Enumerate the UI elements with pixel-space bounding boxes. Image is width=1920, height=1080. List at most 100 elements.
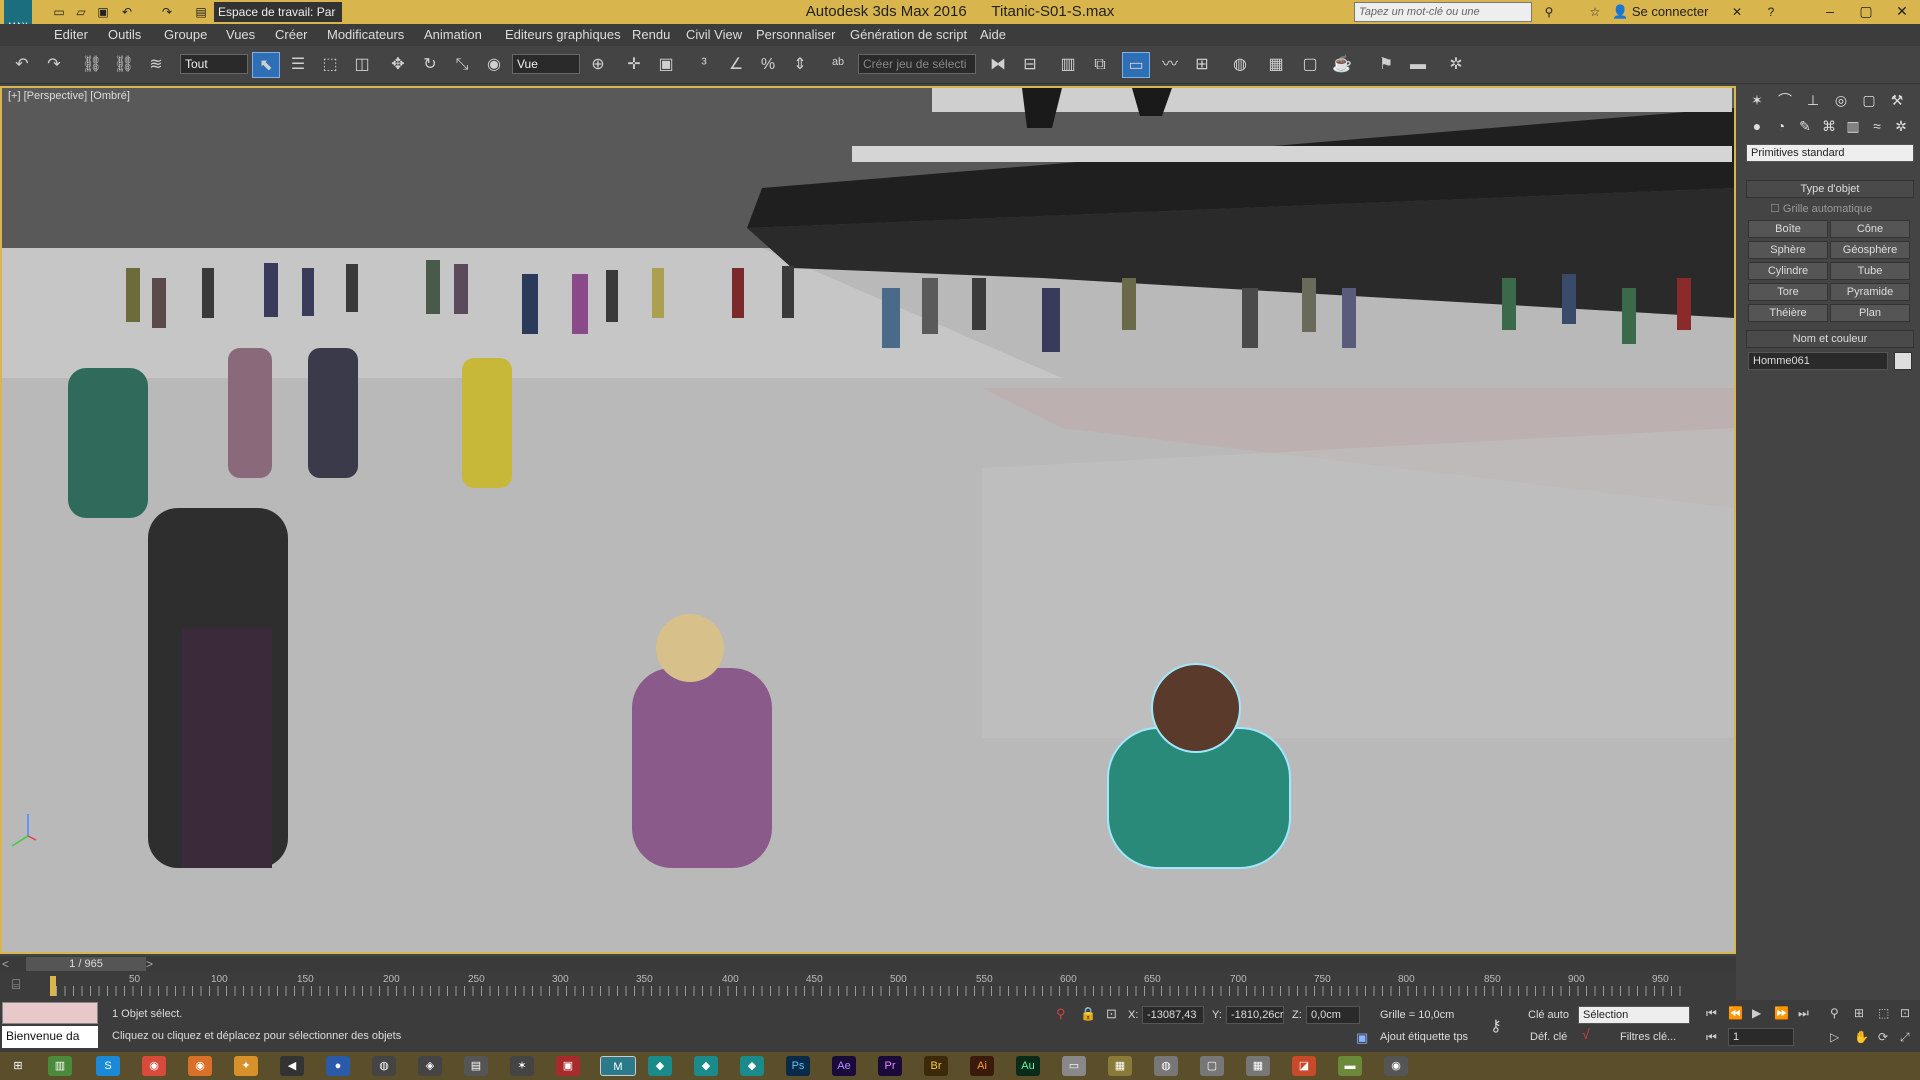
current-frame-field[interactable]: 1 <box>1728 1028 1794 1046</box>
curve-editor-icon[interactable]: 〰 <box>1156 52 1184 78</box>
illustrator-icon[interactable]: Ai <box>970 1056 994 1076</box>
app-icon-8[interactable]: ◍ <box>372 1056 396 1076</box>
zoom-extents-all-icon[interactable]: ⊡ <box>1900 1006 1910 1020</box>
create-tab-icon[interactable]: ✶ <box>1744 88 1770 112</box>
key-mode-toggle-icon[interactable]: ⏮ <box>1706 1030 1717 1045</box>
mirror-icon[interactable]: ⧓ <box>984 52 1012 78</box>
box-button[interactable]: Boîte <box>1748 220 1828 238</box>
app-icon-5[interactable]: ✦ <box>234 1056 258 1076</box>
close-button[interactable]: ✕ <box>1884 0 1920 24</box>
app-icon-15[interactable]: ◆ <box>694 1056 718 1076</box>
exchange-icon[interactable]: ✕ <box>1728 3 1746 21</box>
geosphere-button[interactable]: Géosphère <box>1830 241 1910 259</box>
orbit-icon[interactable]: ⟳ <box>1878 1030 1888 1044</box>
select-manipulate-icon[interactable]: ✛ <box>620 52 648 78</box>
lock-selection-icon[interactable]: 🔒 <box>1080 1006 1096 1022</box>
motion-tab-icon[interactable]: ◎ <box>1828 88 1854 112</box>
firefox-icon[interactable]: ◉ <box>188 1056 212 1076</box>
cone-button[interactable]: Cône <box>1830 220 1910 238</box>
material-editor-icon[interactable]: ◍ <box>1226 52 1254 78</box>
snaps-toggle-icon[interactable]: ³ <box>690 52 718 78</box>
star-icon[interactable]: ☆ <box>1586 3 1604 21</box>
pan-hand-icon[interactable]: ✋ <box>1854 1030 1869 1044</box>
app-icon-6[interactable]: ◀ <box>280 1056 304 1076</box>
named-selection-dropdown[interactable]: Créer jeu de sélecti <box>858 54 976 74</box>
menu-help[interactable]: Aide <box>980 24 1006 46</box>
name-color-rollout[interactable]: Nom et couleur <box>1746 330 1914 348</box>
select-by-name-icon[interactable]: ☰ <box>284 52 312 78</box>
app-icon-16[interactable]: ◆ <box>740 1056 764 1076</box>
menu-group[interactable]: Groupe <box>164 24 207 46</box>
set-key-icon[interactable]: ⚷ <box>1490 1016 1502 1036</box>
ribbon-toggle-icon[interactable]: ▭ <box>1122 52 1150 78</box>
set-key-button[interactable]: Déf. clé <box>1530 1031 1567 1043</box>
category-dropdown[interactable]: Primitives standard <box>1746 144 1914 162</box>
menu-animation[interactable]: Animation <box>424 24 482 46</box>
reference-coord-dropdown[interactable]: Vue <box>512 54 580 74</box>
go-to-start-icon[interactable]: ⏮ <box>1706 1006 1717 1021</box>
app-icon-30[interactable]: ◉ <box>1384 1056 1408 1076</box>
shapes-icon[interactable]: ◔ <box>1768 114 1794 138</box>
move-icon[interactable]: ✥ <box>384 52 412 78</box>
menu-edit[interactable]: Editer <box>54 24 88 46</box>
tube-button[interactable]: Tube <box>1830 262 1910 280</box>
app-icon-24[interactable]: ▦ <box>1108 1056 1132 1076</box>
search-input[interactable]: Tapez un mot-clé ou une expression <box>1354 2 1532 36</box>
key-mode-curve-icon[interactable]: √ <box>1582 1026 1590 1042</box>
edit-named-sets-icon[interactable]: ᵃᵇ <box>824 52 852 78</box>
x-coordinate-field[interactable]: -13087,43 <box>1142 1006 1204 1024</box>
zoom-icon[interactable]: ⚲ <box>1830 1006 1839 1020</box>
rotate-icon[interactable]: ↻ <box>416 52 444 78</box>
maxscript-mini-listener[interactable]: Bienvenue da <box>2 1026 98 1048</box>
menu-civil-view[interactable]: Civil View <box>686 24 742 46</box>
menu-tools[interactable]: Outils <box>108 24 141 46</box>
pyramid-button[interactable]: Pyramide <box>1830 283 1910 301</box>
teapot-button[interactable]: Théière <box>1748 304 1828 322</box>
unlink-icon[interactable]: ⛓ <box>110 52 138 78</box>
scene-explorer-icon[interactable]: ▥ <box>1054 52 1082 78</box>
menu-customize[interactable]: Personnaliser <box>756 24 836 46</box>
viewport-label[interactable]: [+] [Perspective] [Ombré] <box>8 90 130 102</box>
mini-curve-editor-icon[interactable]: ⌸ <box>12 976 20 993</box>
photoshop-icon[interactable]: Ps <box>786 1056 810 1076</box>
time-slider-thumb[interactable]: 1 / 965 <box>26 957 146 971</box>
add-time-tag[interactable]: Ajout étiquette tps <box>1380 1031 1468 1043</box>
maxscript-listener-pink[interactable] <box>2 1002 98 1024</box>
auto-key-button[interactable]: Clé auto <box>1528 1009 1569 1021</box>
premiere-icon[interactable]: Pr <box>878 1056 902 1076</box>
torus-button[interactable]: Tore <box>1748 283 1828 301</box>
spinner-snap-icon[interactable]: ⇕ <box>786 52 814 78</box>
bridge-icon[interactable]: Br <box>924 1056 948 1076</box>
undo-icon[interactable]: ↶ <box>8 52 36 78</box>
key-filters-button[interactable]: Filtres clé... <box>1620 1031 1676 1043</box>
app-icon-25[interactable]: ◍ <box>1154 1056 1178 1076</box>
go-to-end-icon[interactable]: ⏭ <box>1798 1006 1809 1021</box>
absolute-mode-icon[interactable]: ⊡ <box>1106 1006 1117 1022</box>
maximize-viewport-icon[interactable]: ⤢ <box>1900 1030 1910 1045</box>
utilities-tab-icon[interactable]: ⚒ <box>1884 88 1910 112</box>
rendered-frame-icon[interactable]: ▢ <box>1296 52 1324 78</box>
prev-frame-arrow-icon[interactable]: < <box>2 957 9 971</box>
zoom-extents-icon[interactable]: ⬚ <box>1878 1006 1889 1020</box>
app-icon-7[interactable]: ● <box>326 1056 350 1076</box>
selection-set-dropdown[interactable]: Sélection <box>1578 1006 1690 1024</box>
angle-snap-icon[interactable]: ∠ <box>722 52 750 78</box>
systems-icon[interactable]: ✲ <box>1888 114 1914 138</box>
zoom-all-icon[interactable]: ⊞ <box>1854 1006 1864 1020</box>
track-bar[interactable]: ⌸ 50 100 150 200 250 300 350 400 450 500… <box>0 972 1736 1000</box>
help-icon[interactable]: ? <box>1762 3 1780 21</box>
render-setup-icon[interactable]: ▦ <box>1262 52 1290 78</box>
after-effects-icon[interactable]: Ae <box>832 1056 856 1076</box>
scale-icon[interactable]: ⤡ <box>448 52 476 78</box>
cameras-icon[interactable]: ⌘ <box>1816 114 1842 138</box>
object-color-swatch[interactable] <box>1894 352 1912 370</box>
ruler-icon[interactable]: ▬ <box>1404 52 1432 78</box>
hierarchy-tab-icon[interactable]: ⊥ <box>1800 88 1826 112</box>
y-coordinate-field[interactable]: -1810,26cr <box>1226 1006 1284 1024</box>
time-tag-icon[interactable]: ▣ <box>1356 1030 1368 1046</box>
start-button-icon[interactable]: ⊞ <box>6 1056 30 1076</box>
menu-views[interactable]: Vues <box>226 24 255 46</box>
app-icon-10[interactable]: ▤ <box>464 1056 488 1076</box>
maximize-button[interactable]: ▢ <box>1848 0 1884 24</box>
app-icon-12[interactable]: ▣ <box>556 1056 580 1076</box>
